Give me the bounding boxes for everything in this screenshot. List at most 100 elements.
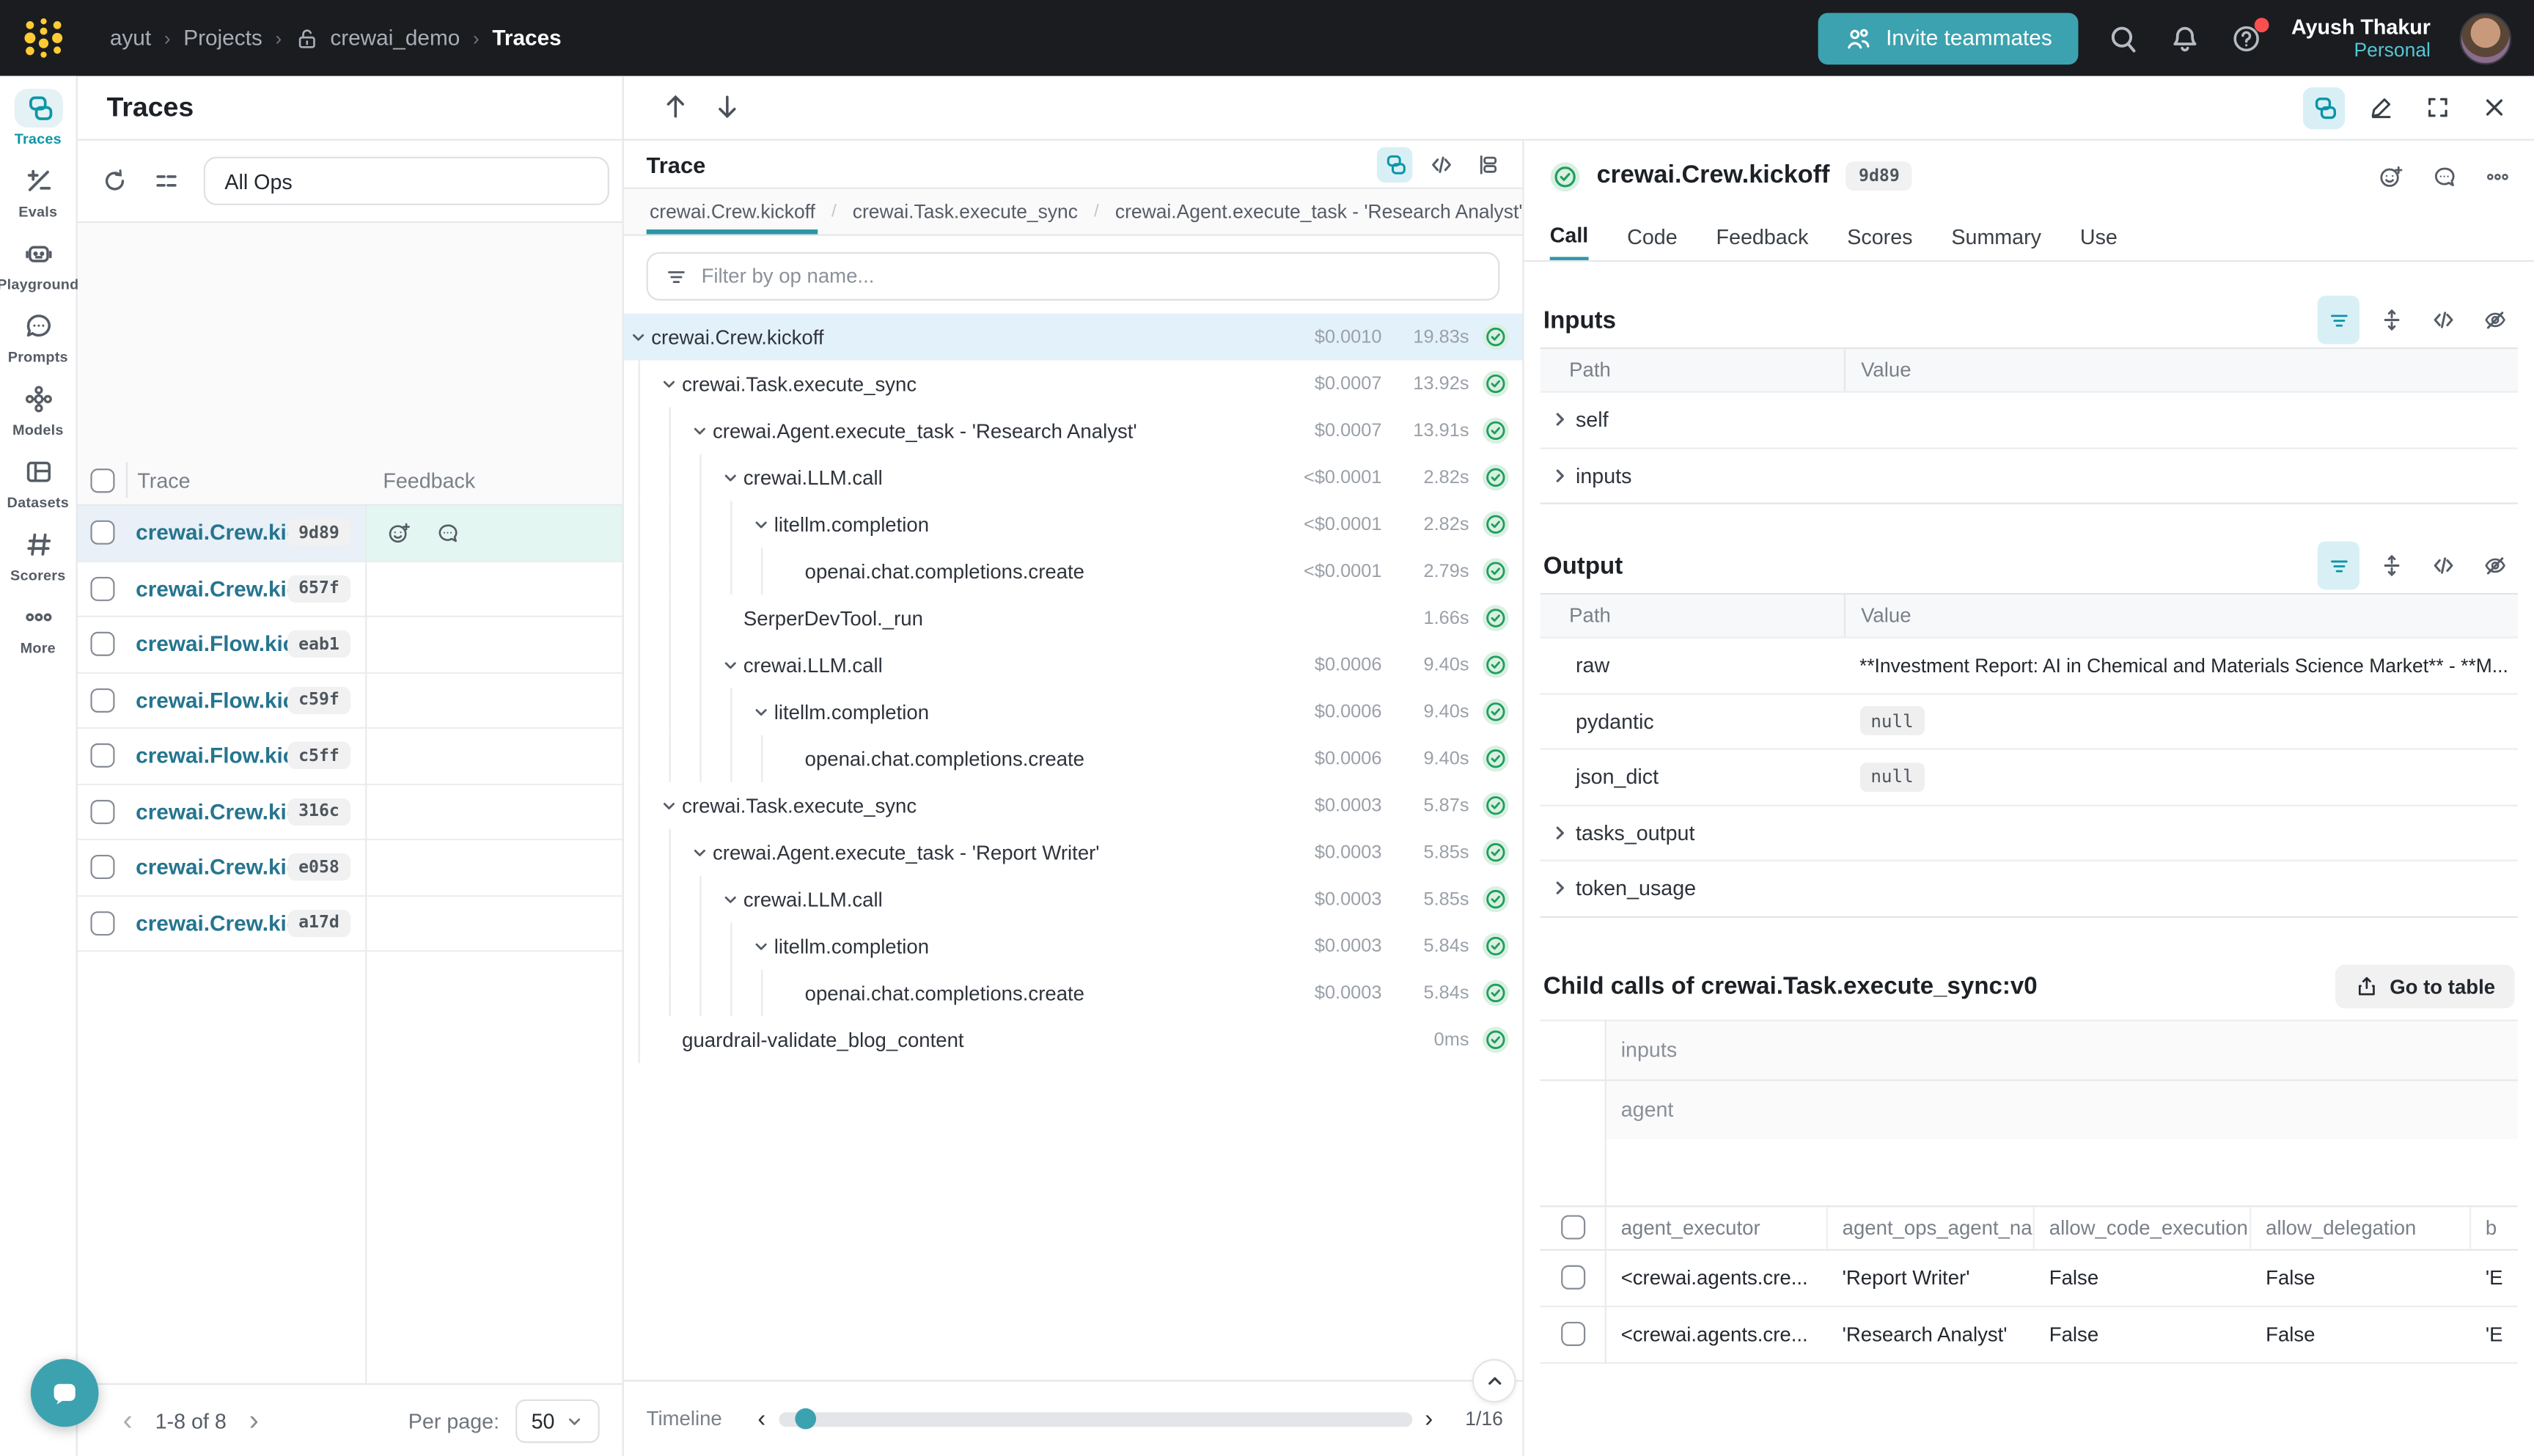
tab-use[interactable]: Use (2080, 212, 2118, 260)
table-row[interactable]: <crewai.agents.cre... 'Research Analyst'… (1540, 1306, 2517, 1363)
column-settings-icon[interactable] (152, 166, 181, 196)
select-all-checkbox[interactable] (90, 468, 114, 492)
add-reaction-icon[interactable] (2377, 163, 2404, 190)
row-checkbox[interactable] (90, 911, 114, 935)
table-row[interactable]: crewai.Crew.kickoffe058 (78, 840, 623, 896)
select-all-checkbox[interactable] (1561, 1215, 1585, 1239)
help-icon[interactable] (2230, 22, 2262, 54)
user-menu[interactable]: Ayush Thakur Personal (2291, 14, 2431, 62)
chevron-down-icon[interactable] (722, 472, 743, 483)
avatar[interactable] (2460, 12, 2512, 65)
tree-row[interactable]: openai.chat.completions.create<$0.00012.… (624, 548, 1522, 595)
next-page-icon[interactable]: › (227, 1406, 282, 1435)
kv-row[interactable]: pydantic null (1540, 692, 2517, 748)
support-chat-button[interactable] (31, 1359, 99, 1427)
op-filter-field[interactable] (647, 252, 1500, 301)
sidebar-item-scorers[interactable]: Scorers (1, 525, 75, 583)
row-checkbox[interactable] (90, 632, 114, 656)
hide-values-icon[interactable] (2476, 546, 2515, 585)
column-header[interactable]: agent_ops_agent_nan (1828, 1206, 2035, 1248)
table-row[interactable]: <crewai.agents.cre... 'Report Writer' Fa… (1540, 1250, 2517, 1306)
arrow-up-icon[interactable] (659, 89, 694, 125)
tree-row[interactable]: crewai.Task.execute_sync$0.00035.87s (624, 782, 1522, 829)
ops-filter-select[interactable]: All Ops (204, 157, 609, 205)
kv-row[interactable]: json_dict null (1540, 748, 2517, 804)
chevron-right-icon[interactable] (1553, 880, 1576, 897)
row-checkbox[interactable] (90, 799, 114, 823)
chevron-down-icon[interactable] (722, 894, 743, 905)
breadcrumb-page[interactable]: Traces (492, 26, 561, 50)
refresh-icon[interactable] (100, 166, 130, 196)
go-to-table-button[interactable]: Go to table (2335, 965, 2514, 1009)
hide-values-icon[interactable] (2476, 301, 2515, 339)
tab-scores[interactable]: Scores (1847, 212, 1912, 260)
timeline-slider-handle[interactable] (795, 1408, 816, 1430)
expand-rows-icon[interactable] (2373, 546, 2412, 585)
tree-row[interactable]: guardrail-validate_blog_content0ms (624, 1016, 1522, 1063)
chevron-down-icon[interactable] (722, 659, 743, 670)
chevron-down-icon[interactable] (691, 425, 713, 436)
tree-row[interactable]: openai.chat.completions.create$0.00035.8… (624, 969, 1522, 1016)
column-header[interactable]: allow_delegation (2251, 1206, 2471, 1248)
flame-graph-icon[interactable] (1471, 146, 1506, 181)
tab-summary[interactable]: Summary (1951, 212, 2041, 260)
tab-call[interactable]: Call (1550, 212, 1589, 260)
chevron-down-icon[interactable] (661, 378, 682, 389)
per-page-select[interactable]: 50 (515, 1399, 600, 1443)
sidebar-item-more[interactable]: More (1, 598, 75, 656)
chevron-right-icon[interactable] (1553, 411, 1576, 428)
kv-row[interactable]: raw **Investment Report: AI in Chemical … (1540, 636, 2517, 692)
row-checkbox[interactable] (1561, 1322, 1585, 1346)
column-header[interactable]: b (2471, 1206, 2518, 1248)
path-tab[interactable]: crewai.Crew.kickoff (647, 189, 819, 235)
tree-row[interactable]: SerperDevTool._run1.66s (624, 595, 1522, 641)
code-view-icon[interactable] (2424, 546, 2463, 585)
chevron-down-icon[interactable] (753, 941, 774, 952)
chevron-down-icon[interactable] (691, 847, 713, 858)
breadcrumb-entity[interactable]: ayut (110, 26, 151, 50)
tree-row[interactable]: crewai.LLM.call$0.00069.40s (624, 641, 1522, 688)
kv-row[interactable]: token_usage (1540, 860, 2517, 916)
table-row[interactable]: crewai.Crew.kickoffa17d (78, 896, 623, 952)
table-row[interactable]: crewai.Flow.kickoffc59f (78, 673, 623, 729)
tree-row[interactable]: crewai.Agent.execute_task - 'Report Writ… (624, 829, 1522, 876)
kv-row[interactable]: inputs (1540, 446, 2517, 502)
column-header-trace[interactable]: Trace (137, 468, 364, 492)
sidebar-item-evals[interactable]: Evals (1, 161, 75, 219)
prev-page-icon[interactable]: ‹ (100, 1406, 155, 1435)
tree-row[interactable]: litellm.completion$0.00035.84s (624, 923, 1522, 970)
column-header[interactable]: agent_executor (1606, 1206, 1828, 1248)
sidebar-item-datasets[interactable]: Datasets (1, 452, 75, 510)
list-view-icon[interactable] (2318, 541, 2359, 589)
tree-view-icon[interactable] (1377, 146, 1412, 181)
chevron-right-icon[interactable] (1553, 466, 1576, 484)
code-view-icon[interactable] (1424, 146, 1459, 181)
add-reaction-icon[interactable] (386, 520, 412, 545)
table-row[interactable]: crewai.Crew.kickoff316c (78, 784, 623, 840)
tree-row[interactable]: litellm.completion$0.00069.40s (624, 688, 1522, 735)
timeline-next-icon[interactable]: › (1412, 1405, 1446, 1432)
expand-rows-icon[interactable] (2373, 301, 2412, 339)
tab-code[interactable]: Code (1627, 212, 1677, 260)
invite-teammates-button[interactable]: Invite teammates (1818, 12, 2078, 65)
op-filter-input[interactable] (702, 265, 1483, 287)
notifications-bell-icon[interactable] (2168, 22, 2200, 54)
search-icon[interactable] (2107, 22, 2140, 54)
sidebar-item-traces[interactable]: Traces (1, 89, 75, 147)
kv-row[interactable]: tasks_output (1540, 804, 2517, 860)
table-row[interactable]: crewai.Crew.kickoff9d89 (78, 506, 623, 562)
close-icon[interactable] (2472, 87, 2514, 128)
comment-icon[interactable] (2431, 163, 2458, 190)
more-options-icon[interactable] (2484, 163, 2511, 190)
raw-output-value[interactable]: **Investment Report: AI in Chemical and … (1859, 654, 2508, 677)
sidebar-item-playground[interactable]: Playground (1, 235, 75, 293)
timeline-slider[interactable] (779, 1411, 1412, 1426)
table-row[interactable]: crewai.Flow.kickoffeab1 (78, 617, 623, 673)
row-checkbox[interactable] (1561, 1265, 1585, 1290)
trace-tree-view-icon[interactable] (2303, 87, 2345, 128)
table-row[interactable]: crewai.Flow.kickoffc5ff (78, 729, 623, 784)
row-checkbox[interactable] (90, 576, 114, 600)
breadcrumb-project[interactable]: crewai_demo (295, 25, 460, 51)
chevron-down-icon[interactable] (661, 800, 682, 811)
path-tab[interactable]: crewai.Task.execute_sync (849, 189, 1081, 235)
